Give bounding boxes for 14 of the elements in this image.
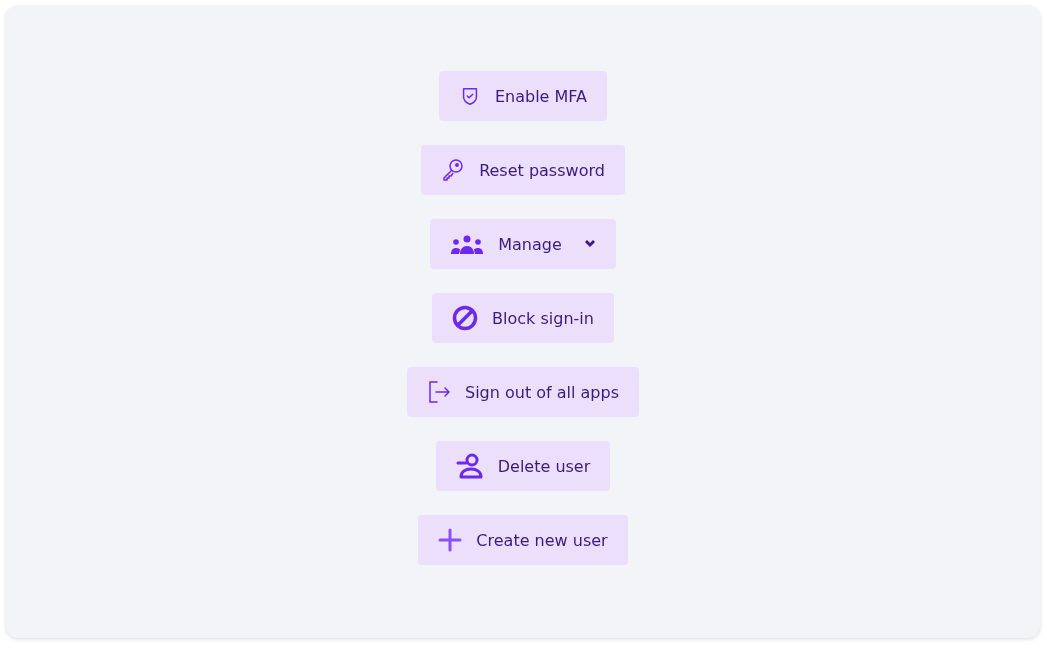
people-icon — [450, 234, 485, 254]
action-button[interactable]: Enable MFA — [438, 71, 608, 121]
caret-icon — [583, 239, 596, 249]
remove-user-icon — [455, 453, 484, 479]
plus-icon — [438, 528, 463, 552]
action-button[interactable]: Delete user — [435, 441, 611, 491]
action-button[interactable]: Create new user — [418, 515, 628, 565]
action-button[interactable]: Sign out of all apps — [407, 367, 639, 417]
action-button[interactable]: Manage — [430, 219, 616, 269]
sign-out-icon — [427, 380, 451, 404]
action-button[interactable]: Reset password — [421, 145, 625, 195]
block-icon — [452, 305, 479, 331]
action-button[interactable]: Block sign-in — [432, 293, 614, 343]
key-icon — [441, 158, 466, 182]
